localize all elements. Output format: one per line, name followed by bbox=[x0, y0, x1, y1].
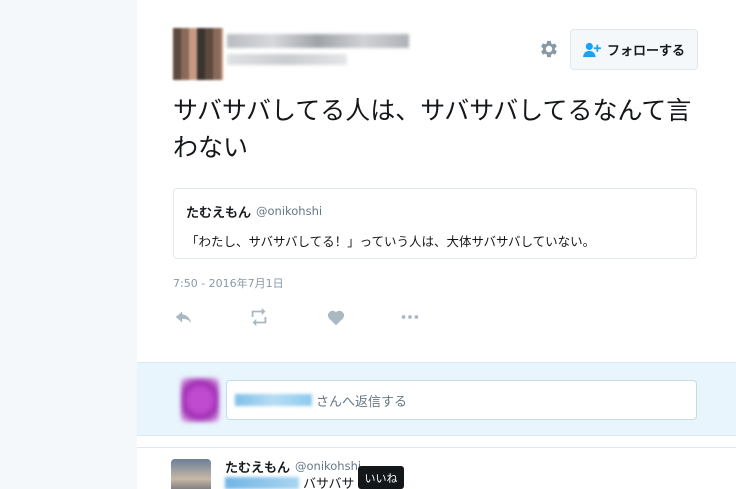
reply-tweet-text: バサバサ bbox=[303, 477, 355, 489]
quoted-author-name: たむえもん bbox=[186, 206, 252, 221]
tweet-timestamp[interactable]: 7:50 - 2016年7月1日 bbox=[173, 275, 284, 291]
author-avatar[interactable] bbox=[173, 28, 223, 80]
left-gutter bbox=[0, 0, 137, 489]
like-tooltip: いいね bbox=[358, 466, 404, 489]
retweet-icon[interactable] bbox=[248, 306, 270, 328]
reply-mention-blurred bbox=[235, 394, 312, 406]
current-user-avatar bbox=[181, 378, 219, 422]
reply-author-avatar[interactable] bbox=[171, 459, 211, 489]
reply-author-handle[interactable]: @onikohshi bbox=[295, 459, 361, 473]
tweet-card: フォローする サバサバしてる人は、サバサバしてるなんて言わない たむえもん @o… bbox=[137, 0, 736, 489]
reply-author-name[interactable]: たむえもん bbox=[225, 457, 290, 476]
reply-placeholder: さんへ返信する bbox=[316, 394, 408, 410]
add-user-icon bbox=[583, 42, 601, 57]
more-icon[interactable] bbox=[399, 306, 421, 328]
reply-bar: さんへ返信する bbox=[137, 362, 736, 436]
reply-tweet[interactable]: たむえもん @onikohshi バサバサ bbox=[137, 447, 736, 489]
follow-button-label: フォローする bbox=[606, 44, 685, 59]
reply-input[interactable]: さんへ返信する bbox=[226, 380, 697, 420]
quoted-tweet-text: 「わたし、サバサバしてる！」っていう人は、大体サバサバしていない。 bbox=[186, 234, 596, 249]
tweet-text: サバサバしてる人は、サバサバしてるなんて言わない bbox=[173, 96, 692, 162]
heart-icon[interactable] bbox=[325, 306, 347, 328]
reply-icon[interactable] bbox=[173, 306, 195, 328]
gear-icon[interactable] bbox=[538, 38, 560, 60]
author-handle-blurred[interactable] bbox=[227, 54, 347, 65]
reply-mention-blurred[interactable] bbox=[225, 477, 299, 489]
author-name-blurred[interactable] bbox=[227, 34, 409, 48]
tweet-actions bbox=[173, 306, 433, 330]
quoted-author-handle: @onikohshi bbox=[256, 204, 323, 218]
quoted-tweet[interactable]: たむえもん @onikohshi 「わたし、サバサバしてる！」っていう人は、大体… bbox=[173, 188, 697, 259]
follow-button[interactable]: フォローする bbox=[570, 29, 698, 70]
